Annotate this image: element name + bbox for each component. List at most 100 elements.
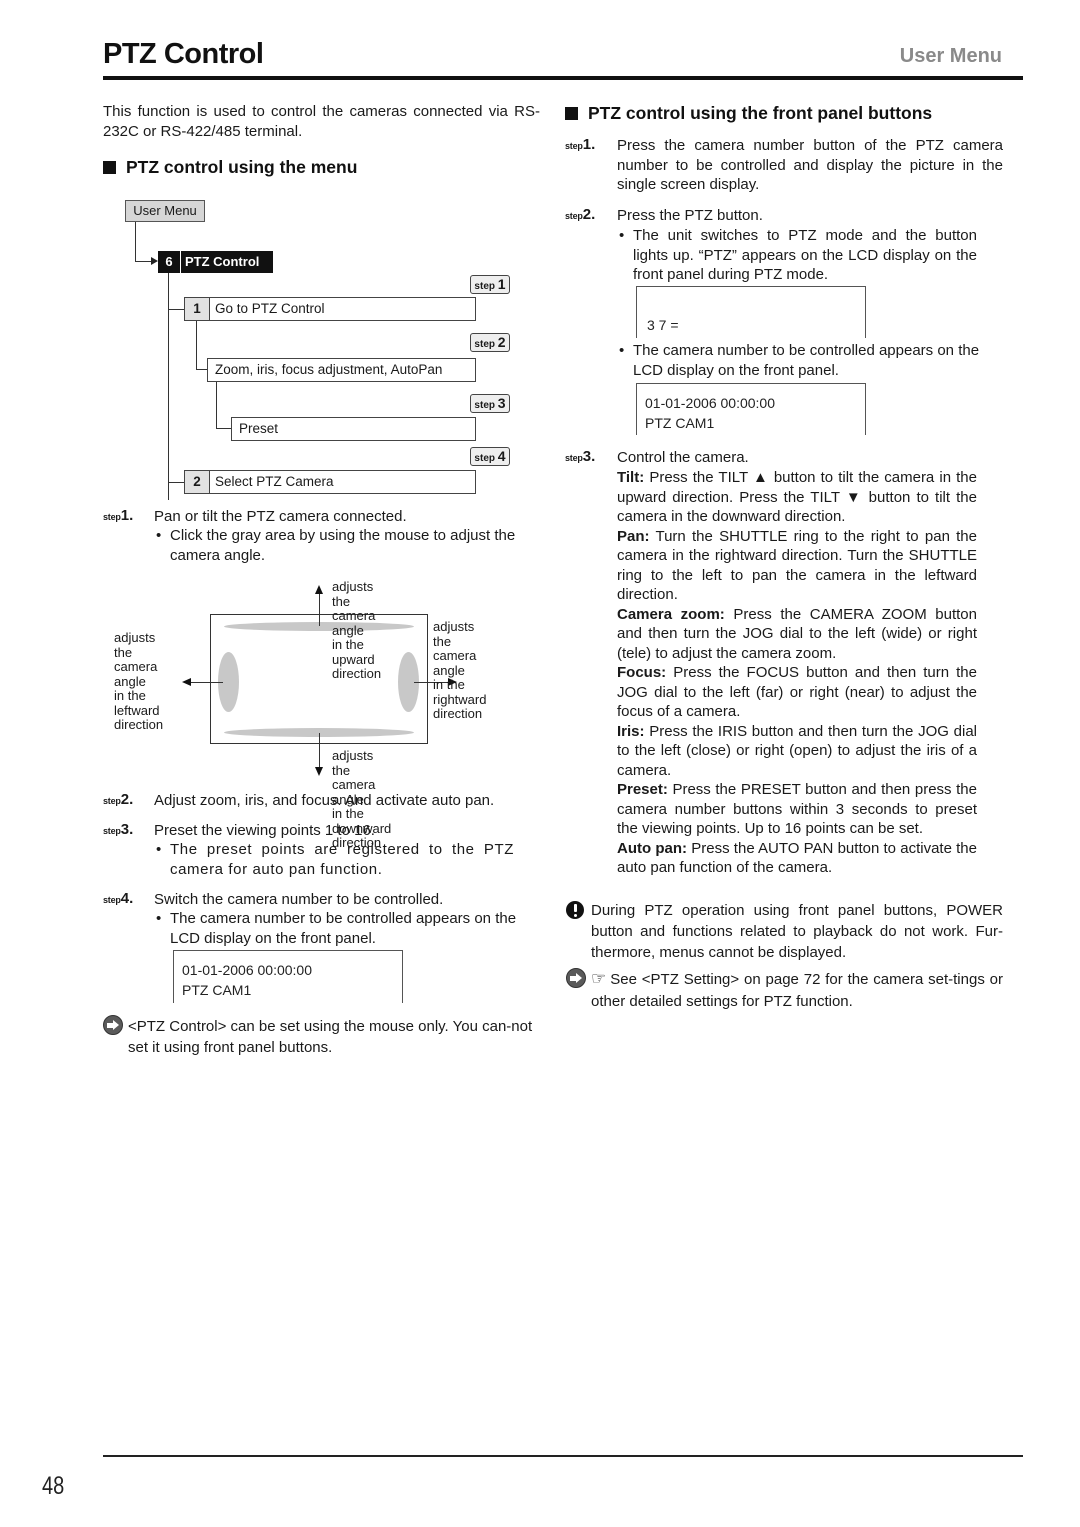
tree-line <box>196 321 197 370</box>
panel-step-1-text: Press the camera number button of the PT… <box>617 137 1003 193</box>
tree-item-go-to-ptz-control[interactable]: 1 Go to PTZ Control <box>184 297 476 321</box>
lcd-display-ptz: 3 7 = <box>636 286 866 338</box>
lcd-display-cam: 01-01-2006 00:00:00 PTZ CAM1 <box>636 383 866 435</box>
control-focus: Focus: Press the FOCUS button and then t… <box>617 663 977 722</box>
menu-step-2-text: Adjust zoom, iris, and focus. And activa… <box>154 792 495 809</box>
control-camera-zoom: Camera zoom: Press the CAMERA ZOOM butto… <box>617 605 977 664</box>
section-label: User Menu <box>899 45 1002 67</box>
warning-text: During PTZ operation using front panel b… <box>591 902 1003 961</box>
control-label: Iris: <box>617 722 645 740</box>
header-rule <box>103 76 1023 80</box>
step-word: step <box>474 453 495 464</box>
step-number: 2 <box>497 334 506 350</box>
arrow-right-icon <box>151 257 158 265</box>
info-arrow-icon <box>103 1015 123 1035</box>
tree-item-label: Zoom, iris, focus adjustment, AutoPan <box>215 362 443 377</box>
step-number: 3 <box>582 448 592 465</box>
step-word: step <box>103 512 121 522</box>
step-word: step <box>565 453 583 463</box>
label-line: direction <box>433 706 483 721</box>
panel-step-label-3: step3. <box>565 448 596 465</box>
section-heading-menu: PTZ control using the menu <box>103 157 357 178</box>
step-word: step <box>474 400 495 411</box>
bullet-text: The unit switches to PTZ mode and the bu… <box>633 227 977 283</box>
step-word: step <box>565 211 583 221</box>
lcd-line: 01-01-2006 00:00:00 <box>645 395 775 411</box>
label-line: camera angle <box>114 659 158 689</box>
menu-step-1-text: Pan or tilt the PTZ camera connected. <box>154 508 407 525</box>
bullet-text: Click the gray area by using the mouse t… <box>170 527 516 564</box>
tree-line <box>168 273 169 500</box>
reference-text: ☞ See <PTZ Setting> on page 72 for the ca… <box>591 968 1003 1013</box>
step-label-1: step1. <box>103 507 134 524</box>
section-heading-panel-text: PTZ control using the front panel button… <box>588 103 933 123</box>
menu-step-1-bullet: • Click the gray area by using the mouse … <box>156 527 516 564</box>
tree-node-number: 6 <box>158 251 180 273</box>
panel-step-label-2: step2. <box>565 206 596 223</box>
step-word: step <box>474 281 495 292</box>
lcd-line: 01-01-2006 00:00:00 <box>182 962 312 978</box>
step-label-4: step4. <box>103 890 134 907</box>
warning-icon <box>566 901 584 919</box>
step-word: step <box>474 339 495 350</box>
label-line: in the rightward <box>433 677 487 707</box>
step-number: 1 <box>582 136 592 153</box>
control-auto-pan: Auto pan: Press the AUTO PAN button to a… <box>617 839 977 878</box>
step-bubble-3: step 3 <box>470 394 510 413</box>
step-bubble-1: step 1 <box>470 275 510 294</box>
lcd-line: 3 7 = <box>647 317 679 333</box>
page-number: 48 <box>42 1472 65 1500</box>
label-line: adjusts the <box>114 630 156 660</box>
bullet-text: The camera number to be controlled appea… <box>633 342 980 379</box>
page-title: PTZ Control <box>103 38 264 70</box>
control-tilt: Tilt: Press the TILT ▲ button to tilt th… <box>617 468 977 527</box>
tree-line <box>135 222 136 262</box>
label-line: adjusts the <box>433 619 475 649</box>
label-line: adjusts the camera angle <box>332 579 376 638</box>
tree-root[interactable]: User Menu <box>125 200 205 222</box>
step-bubble-2: step 2 <box>470 333 510 352</box>
control-label: Tilt: <box>617 469 645 486</box>
control-iris: Iris: Press the IRIS button and then tur… <box>617 722 977 781</box>
tree-line <box>168 482 184 483</box>
control-label: Auto pan: <box>617 839 688 857</box>
info-arrow-icon <box>566 968 586 988</box>
lcd-line: PTZ CAM1 <box>645 415 715 431</box>
tree-item-label: Select PTZ Camera <box>215 474 334 489</box>
step-number: 3 <box>120 821 130 838</box>
arrow-left-icon <box>182 678 191 686</box>
arrow-down-icon <box>315 767 323 776</box>
section-heading-menu-text: PTZ control using the menu <box>126 157 358 177</box>
label-up: adjusts the camera angle in the upward d… <box>332 579 381 682</box>
tree-item-number: 1 <box>185 298 210 320</box>
arrow-up-icon <box>315 585 323 594</box>
lcd-display: 01-01-2006 00:00:00 PTZ CAM1 <box>173 950 403 1003</box>
label-line: camera angle <box>433 648 477 678</box>
control-preset: Preset: Press the PRESET button and then… <box>617 780 977 839</box>
tree-node-label[interactable]: PTZ Control <box>181 251 273 273</box>
control-text: Press the TILT ▲ button to tilt the came… <box>617 469 977 525</box>
bullet-text: The camera number to be controlled appea… <box>170 910 517 947</box>
tree-item-number: 2 <box>185 471 210 493</box>
square-bullet-icon <box>565 107 578 120</box>
step-word: step <box>103 826 121 836</box>
note-text: <PTZ Control> can be set using the mouse… <box>128 1018 533 1056</box>
menu-note-text: <PTZ Control> can be set using the mouse… <box>128 1016 543 1058</box>
footer-rule <box>103 1455 1023 1457</box>
menu-step-4-text: Switch the camera number to be controlle… <box>154 891 444 908</box>
camera-view-frame <box>210 614 428 744</box>
tree-item-zoom-iris-focus[interactable]: Zoom, iris, focus adjustment, AutoPan <box>207 358 476 382</box>
reference-link-text[interactable]: See <PTZ Setting> on page 72 for the cam… <box>591 971 1003 1010</box>
step-number: 1 <box>120 507 130 524</box>
panel-step-2-bullet-2: • The camera number to be controlled appe… <box>619 342 980 379</box>
tree-item-preset[interactable]: Preset <box>231 417 476 441</box>
tree-item-select-ptz-camera[interactable]: 2 Select PTZ Camera <box>184 470 476 494</box>
step-number: 2 <box>582 206 592 223</box>
tree-line <box>216 382 217 429</box>
control-label: Pan: <box>617 527 650 545</box>
menu-step-3-text: Preset the viewing points 1 to 16. <box>154 822 375 839</box>
control-text: Press the IRIS button and then turn the … <box>617 722 977 779</box>
control-label: Preset: <box>617 781 668 798</box>
step-number: 2 <box>120 791 130 808</box>
control-list: Tilt: Press the TILT ▲ button to tilt th… <box>617 468 977 878</box>
